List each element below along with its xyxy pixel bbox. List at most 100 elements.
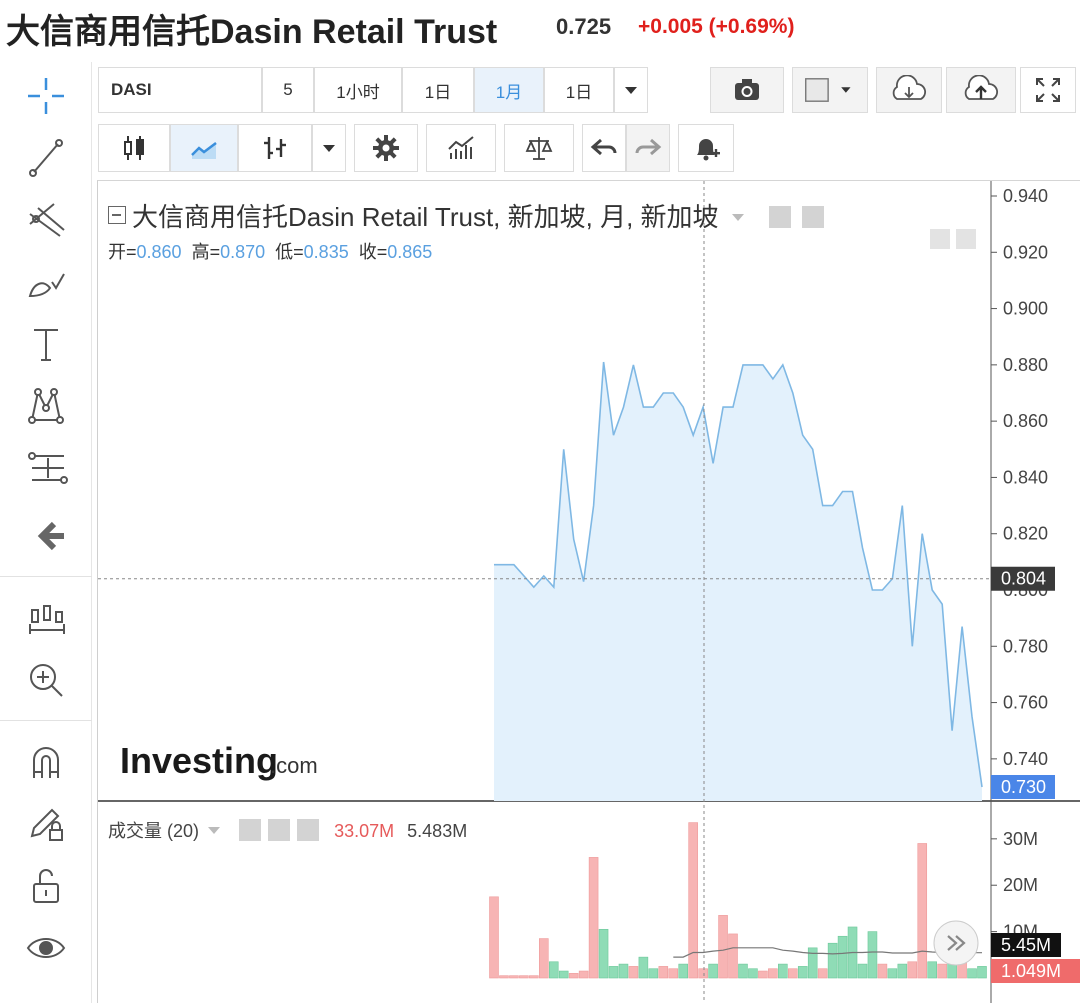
area-style-button[interactable] [170, 124, 238, 172]
eye-icon[interactable] [769, 206, 791, 228]
chart-container[interactable]: 0.9400.9200.9000.8800.8600.8400.8200.800… [97, 180, 1080, 1003]
measure-tool[interactable] [18, 594, 74, 642]
instrument-title: 大信商用信托Dasin Retail Trust [6, 13, 498, 51]
gear-icon[interactable] [268, 819, 291, 841]
fibonacci-icon [28, 452, 68, 484]
volume-bar [797, 966, 808, 979]
volume-bar [539, 938, 549, 979]
bars-style-button[interactable] [238, 124, 312, 172]
camera-icon [735, 79, 759, 100]
pattern-tool[interactable] [18, 382, 74, 430]
lock-drawing-tool[interactable] [18, 800, 74, 848]
alert-button[interactable] [678, 124, 734, 172]
volume-bar [568, 973, 579, 979]
cloud-download-icon [892, 75, 927, 100]
area-chart-icon [191, 142, 217, 159]
volume-bar [807, 947, 818, 979]
interval-1d[interactable]: 1日 [402, 67, 474, 113]
open-value: 0.860 [136, 242, 182, 262]
price-tick-label: 0.820 [1003, 524, 1048, 544]
back-tool[interactable] [18, 512, 74, 560]
price-tick-label: 0.840 [1003, 467, 1048, 487]
cloud-upload-icon [964, 75, 999, 100]
snapshot-button[interactable] [710, 67, 784, 113]
volume-bar [837, 935, 848, 979]
last-price-label: 0.730 [1001, 777, 1046, 797]
interval-1d-alt[interactable]: 1日 [544, 67, 614, 113]
color-picker-button[interactable] [792, 67, 868, 113]
undo-icon [590, 138, 617, 156]
compare-button[interactable] [504, 124, 574, 172]
volume-label: 成交量 (20) [108, 821, 200, 841]
scale-balance-icon [525, 137, 553, 160]
volume-bar [817, 968, 828, 979]
volume-bar [927, 961, 937, 979]
undo-button[interactable] [582, 124, 626, 172]
price-tick-label: 0.760 [1003, 693, 1048, 713]
price-tick-label: 0.780 [1003, 636, 1048, 656]
symbol-input[interactable]: DASI [98, 67, 262, 113]
low-label: 低= [275, 242, 304, 262]
volume-bar [787, 968, 798, 979]
interval-5[interactable]: 5 [262, 67, 314, 113]
pattern-icon [28, 388, 64, 424]
volume-bar [598, 928, 609, 979]
trend-line-tool[interactable] [18, 134, 74, 182]
eye-icon[interactable] [239, 819, 262, 841]
magnet-tool[interactable] [18, 738, 74, 786]
interval-dropdown[interactable] [614, 67, 648, 113]
candles-style-button[interactable] [98, 124, 170, 172]
watermark-brand: Investing [120, 740, 278, 781]
text-icon [34, 329, 58, 361]
volume-value-1: 33.07M [334, 821, 395, 841]
save-layout-button[interactable] [946, 67, 1016, 113]
volume-bar [628, 966, 639, 979]
collapse-icon[interactable] [108, 206, 126, 224]
series-title: 大信商用信托Dasin Retail Trust, 新加坡, 月, 新加坡 [132, 202, 719, 232]
zoom-tool[interactable] [18, 656, 74, 704]
arrow-updown-icon[interactable] [956, 229, 976, 249]
zoom-in-icon [30, 664, 63, 697]
drawing-toolbar [0, 62, 92, 1003]
crosshair-tool[interactable] [18, 72, 74, 120]
indicators-button[interactable] [426, 124, 496, 172]
price-tick-label: 0.900 [1003, 299, 1048, 319]
brush-tool[interactable] [18, 258, 74, 306]
load-layout-button[interactable] [876, 67, 942, 113]
price-tick-label: 0.880 [1003, 355, 1048, 375]
gear-icon[interactable] [802, 206, 825, 228]
price-chart[interactable]: 0.9400.9200.9000.8800.8600.8400.8200.800… [98, 181, 1080, 1003]
redo-button[interactable] [626, 124, 670, 172]
fullscreen-button[interactable] [1020, 67, 1076, 113]
pitchfork-tool[interactable] [18, 196, 74, 244]
chart-style-dropdown[interactable] [312, 124, 346, 172]
settings-button[interactable] [354, 124, 418, 172]
arrow-down-icon[interactable] [930, 229, 950, 249]
volume-bar [509, 975, 519, 979]
last-price: 0.725 [556, 14, 612, 39]
close-icon[interactable] [297, 819, 320, 841]
candlestick-icon [124, 136, 144, 160]
volume-bar [668, 968, 679, 979]
volume-bar [877, 963, 888, 979]
unlock-tool[interactable] [18, 862, 74, 910]
high-value: 0.870 [220, 242, 266, 262]
price-tick-label: 0.920 [1003, 242, 1048, 262]
fib-tool[interactable] [18, 444, 74, 492]
redo-icon [635, 138, 662, 156]
arrow-left-icon [37, 521, 64, 551]
caret-down-icon[interactable] [208, 827, 221, 834]
visibility-tool[interactable] [18, 924, 74, 972]
volume-bar [698, 968, 708, 979]
caret-down-icon[interactable] [731, 214, 744, 221]
volume-bar [578, 970, 589, 979]
price-tick-label: 0.740 [1003, 749, 1048, 769]
volume-bar [548, 961, 559, 979]
volume-bar [937, 963, 947, 979]
series-legend: 大信商用信托Dasin Retail Trust, 新加坡, 月, 新加坡 [108, 197, 825, 234]
volume-bar [758, 970, 768, 979]
interval-1m[interactable]: 1月 [474, 67, 544, 113]
text-tool[interactable] [18, 320, 74, 368]
high-label: 高= [191, 242, 221, 262]
interval-1h[interactable]: 1小时 [314, 67, 402, 113]
